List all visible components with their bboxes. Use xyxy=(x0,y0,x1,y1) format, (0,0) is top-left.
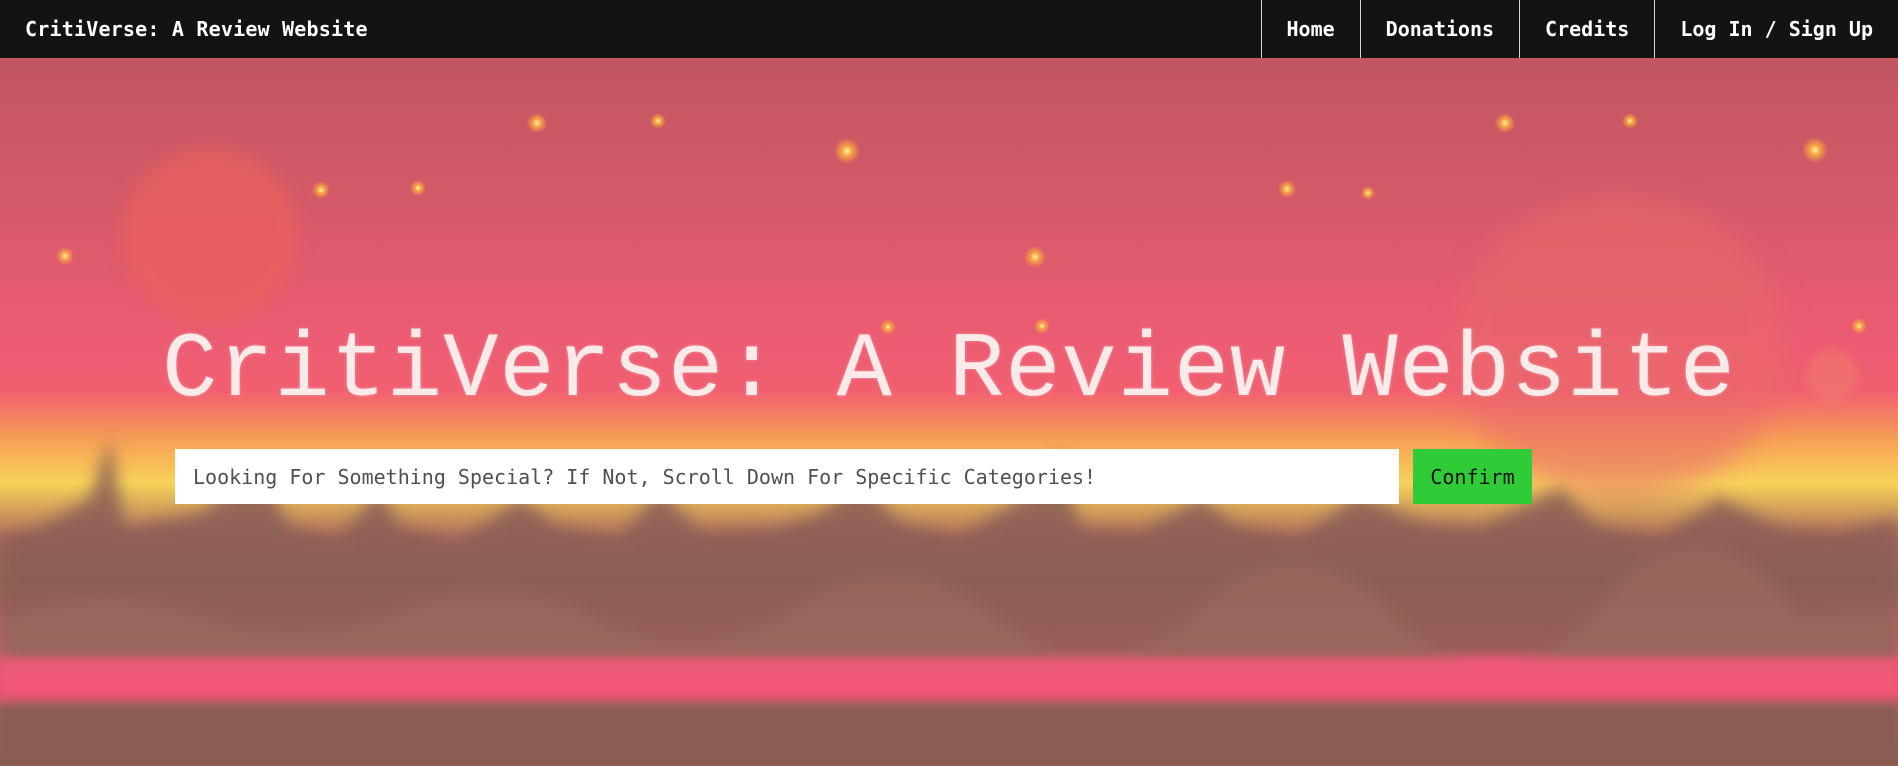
hero-section: CritiVerse: A Review Website Confirm xyxy=(0,58,1898,766)
planet-left xyxy=(122,148,298,324)
nav-login-signup-link[interactable]: Log In / Sign Up xyxy=(1654,0,1898,58)
nav-home-link[interactable]: Home xyxy=(1260,0,1360,58)
search-bar: Confirm xyxy=(175,449,1532,504)
nav-donations-link[interactable]: Donations xyxy=(1359,0,1519,58)
pink-glow-strip xyxy=(0,658,1898,698)
bottom-ground xyxy=(0,706,1898,766)
nav-links: Home Donations Credits Log In / Sign Up xyxy=(1260,0,1898,58)
brand-title[interactable]: CritiVerse: A Review Website xyxy=(0,17,368,41)
hero-title: CritiVerse: A Review Website xyxy=(162,318,1736,423)
top-navbar: CritiVerse: A Review Website Home Donati… xyxy=(0,0,1898,58)
nav-credits-link[interactable]: Credits xyxy=(1519,0,1654,58)
search-input[interactable] xyxy=(175,449,1399,504)
confirm-button[interactable]: Confirm xyxy=(1413,449,1532,504)
